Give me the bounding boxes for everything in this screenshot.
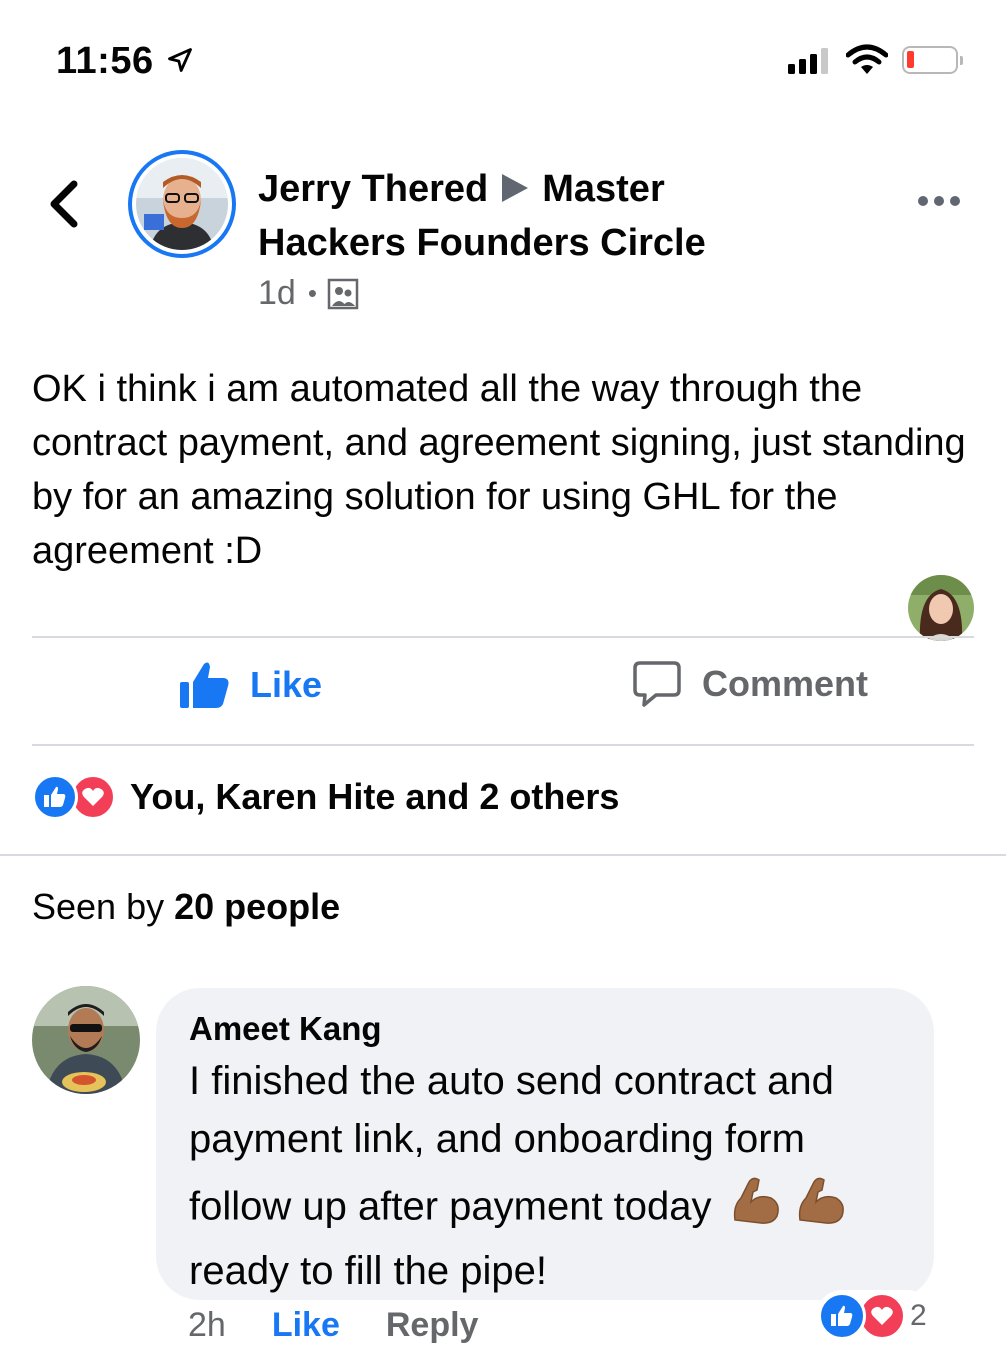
seen-by-prefix: Seen by (32, 886, 165, 927)
like-button[interactable]: Like (178, 660, 322, 710)
seen-by[interactable]: Seen by 20 people (32, 886, 340, 928)
more-options-icon[interactable] (918, 196, 960, 206)
like-reaction-icon (818, 1292, 866, 1340)
thumbs-up-icon (180, 662, 229, 708)
battery-icon (902, 46, 963, 74)
arrow-right-icon (502, 173, 529, 202)
wifi-icon (846, 44, 888, 74)
seen-avatar (908, 575, 974, 641)
reactions-summary[interactable]: You, Karen Hite and 2 others (32, 774, 619, 820)
comment-button[interactable]: Comment (632, 660, 868, 708)
comment-line-3: ready to fill the pipe! (189, 1249, 547, 1293)
comment-actions: 2h Like Reply (188, 1306, 478, 1345)
post-title: Jerry Thered Master Hackers Founders Circ… (258, 162, 778, 270)
comment-like-button[interactable]: Like (272, 1306, 340, 1345)
separator-dot: • (307, 278, 317, 308)
location-arrow-icon (168, 48, 192, 72)
comment-time[interactable]: 2h (188, 1306, 226, 1345)
comment-bubble[interactable]: Ameet Kang I finished the auto send cont… (156, 988, 934, 1300)
status-time: 11:56 (56, 40, 154, 82)
back-chevron-icon[interactable] (44, 178, 84, 230)
divider-middle (32, 744, 974, 746)
like-reaction-icon (32, 774, 78, 820)
group-privacy-icon (327, 278, 359, 309)
comment-line-1: I finished the auto send contract and pa… (189, 1059, 834, 1161)
muscle-emoji-icon (731, 1176, 783, 1242)
seen-by-count: 20 people (174, 886, 341, 927)
comment-bubble-icon (633, 661, 681, 707)
post-body: OK i think i am automated all the way th… (32, 368, 966, 572)
author-photo (136, 158, 228, 250)
commenter-photo (32, 986, 140, 1094)
comment-reply-button[interactable]: Reply (386, 1306, 479, 1345)
divider-top (32, 636, 974, 638)
author-name[interactable]: Jerry Thered (258, 168, 488, 210)
reactions-text: You, Karen Hite and 2 others (130, 776, 620, 817)
commenter-name[interactable]: Ameet Kang (189, 1006, 904, 1052)
comment-line-2-row: follow up after payment today (189, 1176, 904, 1242)
like-label: Like (250, 664, 323, 705)
comment-reactions[interactable]: 2 (816, 1290, 933, 1342)
comment-text: I finished the auto send contract and pa… (189, 1052, 904, 1300)
divider-full (0, 854, 1006, 856)
comment-line-2: follow up after payment today (189, 1184, 712, 1229)
comment-label: Comment (702, 663, 869, 704)
commenter-avatar[interactable] (32, 986, 140, 1094)
post-meta: 1d • (258, 274, 359, 313)
comment-reaction-count: 2 (910, 1299, 927, 1332)
author-avatar[interactable] (128, 150, 236, 258)
cellular-signal-icon (788, 48, 828, 74)
muscle-emoji-icon (796, 1176, 848, 1242)
post-age[interactable]: 1d (258, 274, 296, 313)
